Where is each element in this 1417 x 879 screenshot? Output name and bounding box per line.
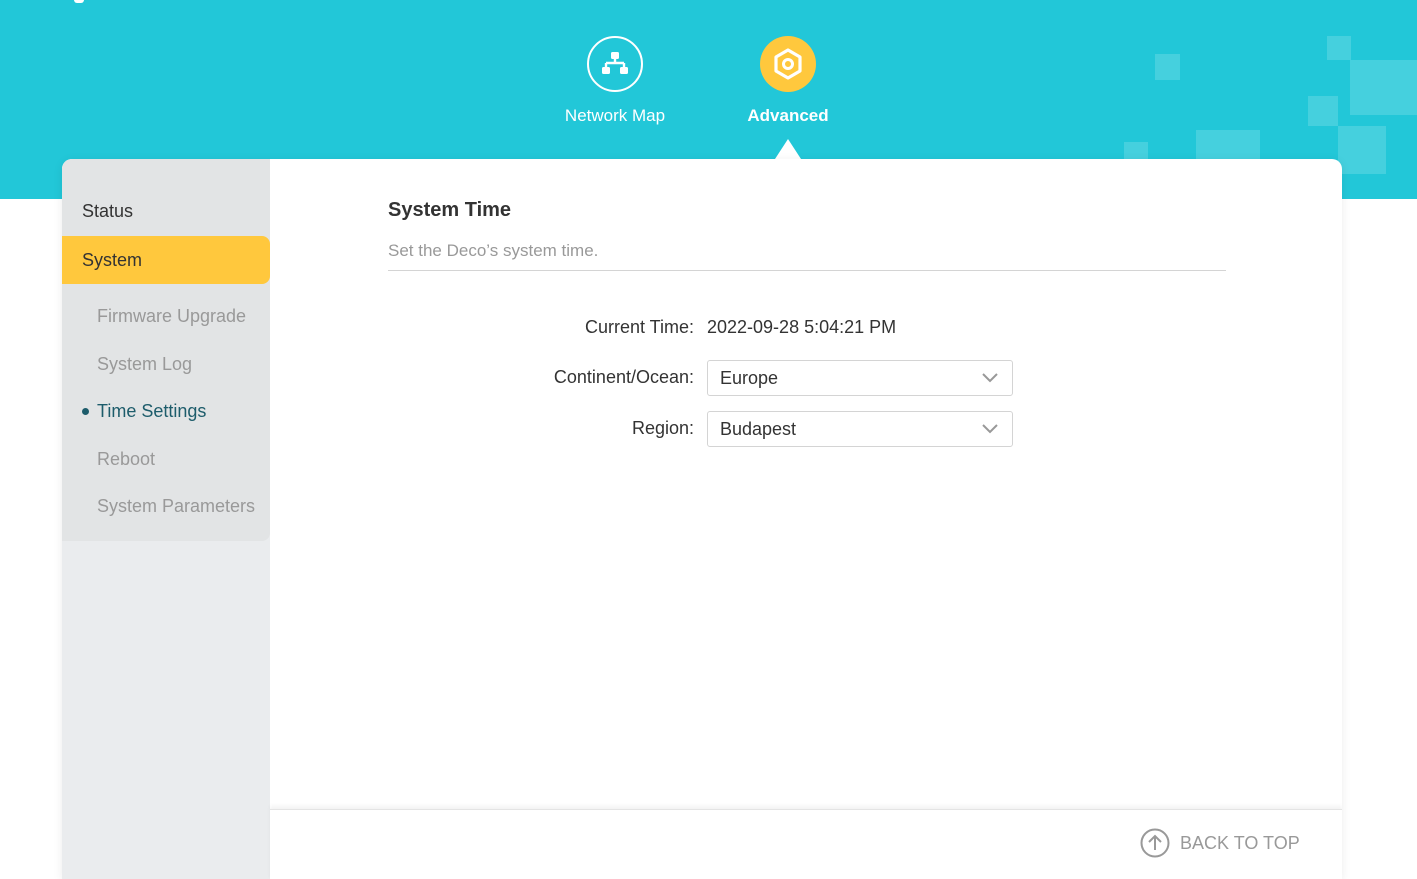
current-time-label: Current Time: — [584, 317, 694, 337]
current-time-value: 2022-09-28 5:04:21 PM — [707, 317, 897, 337]
back-to-top-button[interactable]: BACK TO TOP — [1140, 828, 1300, 858]
sidebar-subitem-system-log[interactable]: System Log — [97, 352, 192, 376]
active-tab-pointer — [775, 139, 801, 159]
main-panel: Status System Firmware Upgrade System Lo… — [62, 159, 1342, 879]
header-decoration — [1155, 54, 1180, 80]
tab-advanced-label: Advanced — [747, 106, 829, 125]
back-to-top-label: BACK TO TOP — [1180, 832, 1300, 853]
section-title: System Time — [388, 199, 512, 221]
network-map-icon — [587, 36, 643, 92]
sidebar-item-system[interactable]: System — [62, 236, 270, 284]
sidebar-subitem-system-parameters[interactable]: System Parameters — [97, 494, 255, 518]
arrow-up-circle-icon — [1140, 828, 1170, 858]
logo — [74, 0, 84, 3]
tab-network-map[interactable]: Network Map — [545, 36, 685, 126]
chevron-down-icon — [982, 373, 998, 383]
header-decoration — [1350, 60, 1417, 115]
sidebar: Status System Firmware Upgrade System Lo… — [62, 159, 270, 879]
content-area: System Time Set the Deco’s system time. … — [270, 159, 1342, 879]
region-select-value: Budapest — [720, 419, 797, 439]
sidebar-subitem-firmware-upgrade[interactable]: Firmware Upgrade — [97, 304, 246, 328]
continent-label: Continent/Ocean: — [553, 367, 694, 387]
tab-advanced[interactable]: Advanced — [718, 36, 858, 126]
continent-select-value: Europe — [720, 368, 779, 388]
header-decoration — [1327, 36, 1351, 60]
tab-network-map-label: Network Map — [564, 106, 666, 125]
advanced-gear-icon — [760, 36, 816, 92]
current-item-dot — [82, 408, 89, 415]
sidebar-subitem-reboot[interactable]: Reboot — [97, 447, 155, 471]
section-description: Set the Deco’s system time. — [388, 241, 599, 260]
chevron-down-icon — [982, 424, 998, 434]
sidebar-subitem-time-settings[interactable]: Time Settings — [97, 399, 206, 423]
header-decoration — [1308, 96, 1338, 126]
header-decoration — [1196, 130, 1260, 160]
section-divider — [388, 270, 1226, 271]
region-label: Region: — [631, 418, 694, 438]
footer-bar: BACK TO TOP — [270, 809, 1342, 879]
continent-select[interactable]: Europe — [707, 360, 1013, 396]
region-select[interactable]: Budapest — [707, 411, 1013, 447]
header-decoration — [1338, 126, 1386, 174]
sidebar-item-status[interactable]: Status — [62, 187, 270, 235]
